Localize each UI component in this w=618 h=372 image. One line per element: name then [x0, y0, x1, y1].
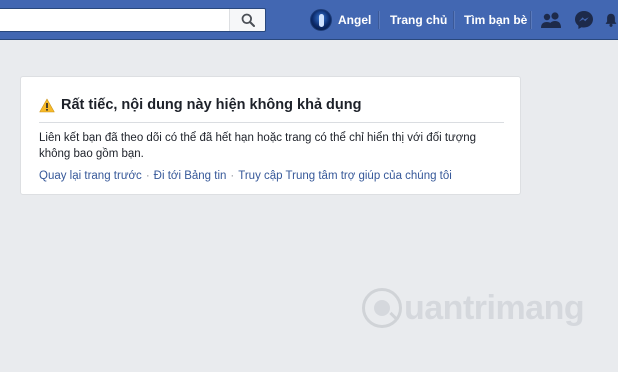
content-unavailable-card: Rất tiếc, nội dung này hiện không khả dụ…	[20, 76, 521, 195]
profile-link[interactable]: Angel	[310, 8, 371, 32]
link-separator: ·	[145, 170, 150, 182]
nav-divider	[530, 11, 531, 29]
help-center-link[interactable]: Truy cập Trung tâm trợ giúp của chúng tô…	[238, 170, 452, 182]
search-button[interactable]	[229, 9, 265, 31]
user-name: Angel	[338, 13, 372, 27]
error-message: Liên kết bạn đã theo dõi có thể đã hết h…	[39, 132, 477, 160]
watermark-logo-icon	[362, 288, 402, 328]
find-friends-link[interactable]: Tìm bạn bè	[464, 13, 527, 27]
notifications-icon	[605, 13, 617, 27]
friend-requests-button[interactable]	[540, 10, 562, 30]
messenger-icon	[575, 11, 593, 29]
link-separator: ·	[230, 170, 235, 182]
nav-divider	[453, 11, 454, 29]
search-input[interactable]	[6, 12, 226, 28]
warning-icon	[39, 98, 55, 113]
search-icon	[241, 13, 255, 27]
home-link[interactable]: Trang chủ	[390, 13, 447, 27]
go-to-news-feed-link[interactable]: Đi tới Bảng tin	[154, 170, 227, 182]
top-navigation-bar: Angel Trang chủ Tìm bạn bè	[0, 0, 618, 40]
messenger-button[interactable]	[573, 10, 595, 30]
card-divider	[39, 122, 504, 123]
error-title: Rất tiếc, nội dung này hiện không khả dụ…	[39, 95, 361, 115]
watermark-text: uantrimang	[404, 289, 585, 327]
notifications-button[interactable]	[604, 10, 618, 30]
error-title-text: Rất tiếc, nội dung này hiện không khả dụ…	[61, 97, 362, 113]
help-links: Quay lại trang trước · Đi tới Bảng tin · Tru…	[39, 170, 452, 182]
friend-requests-icon	[541, 12, 561, 28]
watermark: uantrimang	[362, 284, 585, 332]
search-box	[0, 8, 266, 32]
nav-divider	[378, 11, 379, 29]
go-back-link[interactable]: Quay lại trang trước	[39, 170, 142, 182]
avatar	[310, 9, 332, 31]
